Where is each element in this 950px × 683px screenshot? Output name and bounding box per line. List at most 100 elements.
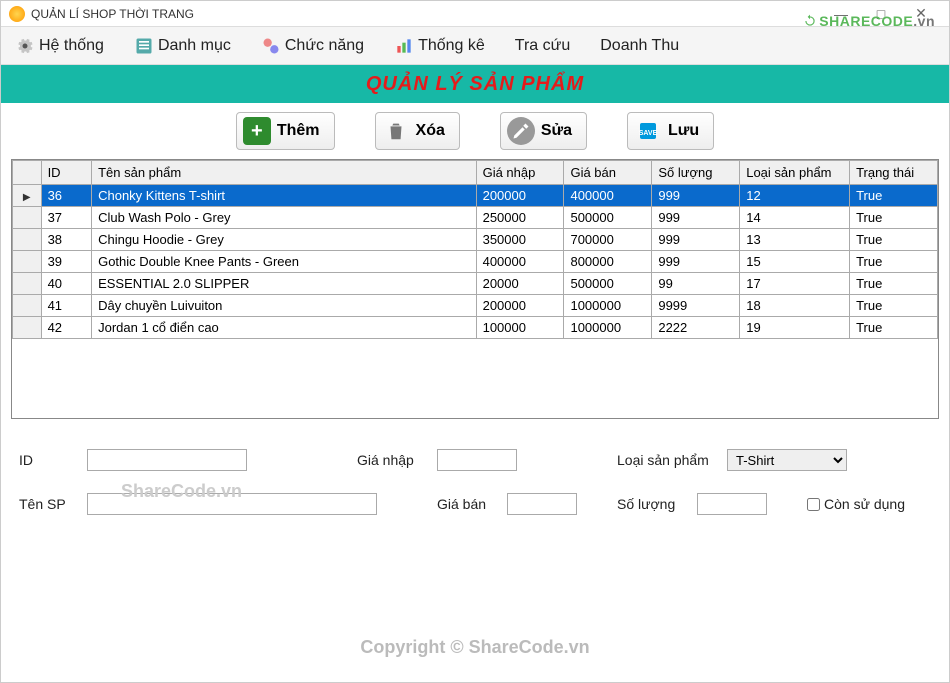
col-id[interactable]: ID bbox=[41, 161, 92, 185]
cell-id[interactable]: 37 bbox=[41, 207, 92, 229]
cell-loai[interactable]: 14 bbox=[740, 207, 850, 229]
svg-text:SAVE: SAVE bbox=[639, 130, 658, 137]
gianhap-field[interactable] bbox=[437, 449, 517, 471]
cell-soluong[interactable]: 999 bbox=[652, 229, 740, 251]
edit-button[interactable]: Sửa bbox=[500, 112, 587, 150]
brand-watermark: SHARECODE.vn bbox=[803, 13, 935, 31]
gear-icon bbox=[15, 36, 35, 56]
cell-ten[interactable]: Dây chuyền Luivuiton bbox=[92, 295, 477, 317]
row-indicator bbox=[13, 273, 42, 295]
cell-giaban[interactable]: 1000000 bbox=[564, 317, 652, 339]
active-checkbox[interactable] bbox=[807, 498, 820, 511]
col-soluong[interactable]: Số lượng bbox=[652, 161, 740, 185]
row-indicator bbox=[13, 229, 42, 251]
row-indicator bbox=[13, 295, 42, 317]
products-grid[interactable]: ID Tên sản phẩm Giá nhập Giá bán Số lượn… bbox=[11, 159, 939, 419]
cell-gianhap[interactable]: 350000 bbox=[476, 229, 564, 251]
cell-giaban[interactable]: 1000000 bbox=[564, 295, 652, 317]
table-row[interactable]: 37Club Wash Polo - Grey25000050000099914… bbox=[13, 207, 938, 229]
active-label: Còn sử dụng bbox=[824, 496, 905, 512]
cell-giaban[interactable]: 700000 bbox=[564, 229, 652, 251]
cell-ten[interactable]: ESSENTIAL 2.0 SLIPPER bbox=[92, 273, 477, 295]
menu-tracuu[interactable]: Tra cứu bbox=[509, 33, 576, 59]
loai-select[interactable]: T-Shirt bbox=[727, 449, 847, 471]
menu-chucnang[interactable]: Chức năng bbox=[255, 32, 370, 60]
cell-trangthai[interactable]: True bbox=[850, 317, 938, 339]
cell-ten[interactable]: Chingu Hoodie - Grey bbox=[92, 229, 477, 251]
menu-hethong[interactable]: Hệ thống bbox=[9, 32, 110, 60]
cell-giaban[interactable]: 500000 bbox=[564, 273, 652, 295]
cell-gianhap[interactable]: 200000 bbox=[476, 295, 564, 317]
table-row[interactable]: 41Dây chuyền Luivuiton200000100000099991… bbox=[13, 295, 938, 317]
cell-loai[interactable]: 12 bbox=[740, 185, 850, 207]
cell-loai[interactable]: 13 bbox=[740, 229, 850, 251]
cell-id[interactable]: 38 bbox=[41, 229, 92, 251]
page-title: QUẢN LÝ SẢN PHẨM bbox=[366, 73, 584, 96]
cell-soluong[interactable]: 2222 bbox=[652, 317, 740, 339]
cell-trangthai[interactable]: True bbox=[850, 207, 938, 229]
cell-id[interactable]: 36 bbox=[41, 185, 92, 207]
cell-trangthai[interactable]: True bbox=[850, 273, 938, 295]
cell-trangthai[interactable]: True bbox=[850, 251, 938, 273]
cell-loai[interactable]: 17 bbox=[740, 273, 850, 295]
cell-id[interactable]: 41 bbox=[41, 295, 92, 317]
add-button[interactable]: + Thêm bbox=[236, 112, 335, 150]
cell-ten[interactable]: Chonky Kittens T-shirt bbox=[92, 185, 477, 207]
col-trangthai[interactable]: Trạng thái bbox=[850, 161, 938, 185]
trash-icon bbox=[382, 117, 410, 145]
cell-soluong[interactable]: 999 bbox=[652, 185, 740, 207]
cell-loai[interactable]: 19 bbox=[740, 317, 850, 339]
cell-id[interactable]: 42 bbox=[41, 317, 92, 339]
col-giaban[interactable]: Giá bán bbox=[564, 161, 652, 185]
soluong-field[interactable] bbox=[697, 493, 767, 515]
cell-trangthai[interactable]: True bbox=[850, 295, 938, 317]
cell-gianhap[interactable]: 20000 bbox=[476, 273, 564, 295]
save-button[interactable]: SAVE Lưu bbox=[627, 112, 714, 150]
col-gianhap[interactable]: Giá nhập bbox=[476, 161, 564, 185]
table-row[interactable]: 38Chingu Hoodie - Grey35000070000099913T… bbox=[13, 229, 938, 251]
row-indicator bbox=[13, 207, 42, 229]
cell-gianhap[interactable]: 400000 bbox=[476, 251, 564, 273]
cell-trangthai[interactable]: True bbox=[850, 185, 938, 207]
menu-danhmuc[interactable]: Danh mục bbox=[128, 32, 237, 60]
menu-doanhthu[interactable]: Doanh Thu bbox=[594, 33, 685, 59]
delete-button[interactable]: Xóa bbox=[375, 112, 460, 150]
function-icon bbox=[261, 36, 281, 56]
cell-giaban[interactable]: 500000 bbox=[564, 207, 652, 229]
cell-id[interactable]: 40 bbox=[41, 273, 92, 295]
cell-soluong[interactable]: 999 bbox=[652, 207, 740, 229]
table-row[interactable]: 40 ESSENTIAL 2.0 SLIPPER200005000009917T… bbox=[13, 273, 938, 295]
col-loai[interactable]: Loại sản phẩm bbox=[740, 161, 850, 185]
cell-loai[interactable]: 15 bbox=[740, 251, 850, 273]
cell-soluong[interactable]: 999 bbox=[652, 251, 740, 273]
cell-gianhap[interactable]: 100000 bbox=[476, 317, 564, 339]
cell-ten[interactable]: Gothic Double Knee Pants - Green bbox=[92, 251, 477, 273]
menu-bar: Hệ thống Danh mục Chức năng Thống kê Tra… bbox=[1, 27, 949, 65]
save-icon: SAVE bbox=[634, 117, 662, 145]
cell-ten[interactable]: Club Wash Polo - Grey bbox=[92, 207, 477, 229]
cell-giaban[interactable]: 800000 bbox=[564, 251, 652, 273]
cell-loai[interactable]: 18 bbox=[740, 295, 850, 317]
cell-ten[interactable]: Jordan 1 cổ điển cao bbox=[92, 317, 477, 339]
row-indicator bbox=[13, 317, 42, 339]
cell-gianhap[interactable]: 200000 bbox=[476, 185, 564, 207]
menu-thongke[interactable]: Thống kê bbox=[388, 32, 491, 60]
col-ten[interactable]: Tên sản phẩm bbox=[92, 161, 477, 185]
id-field[interactable] bbox=[87, 449, 247, 471]
cell-gianhap[interactable]: 250000 bbox=[476, 207, 564, 229]
action-toolbar: + Thêm Xóa Sửa SAVE Lưu bbox=[1, 103, 949, 159]
cell-soluong[interactable]: 99 bbox=[652, 273, 740, 295]
table-row[interactable]: 39Gothic Double Knee Pants - Green400000… bbox=[13, 251, 938, 273]
edit-form: ID Giá nhập Loại sản phẩm T-Shirt Tên SP… bbox=[1, 419, 949, 515]
page-banner: QUẢN LÝ SẢN PHẨM bbox=[1, 65, 949, 103]
cell-trangthai[interactable]: True bbox=[850, 229, 938, 251]
plus-icon: + bbox=[243, 117, 271, 145]
cell-giaban[interactable]: 400000 bbox=[564, 185, 652, 207]
cell-id[interactable]: 39 bbox=[41, 251, 92, 273]
table-row[interactable]: 36Chonky Kittens T-shirt2000004000009991… bbox=[13, 185, 938, 207]
cell-soluong[interactable]: 9999 bbox=[652, 295, 740, 317]
watermark-bottom: Copyright © ShareCode.vn bbox=[1, 637, 949, 658]
ten-field[interactable] bbox=[87, 493, 377, 515]
table-row[interactable]: 42Jordan 1 cổ điển cao100000100000022221… bbox=[13, 317, 938, 339]
giaban-field[interactable] bbox=[507, 493, 577, 515]
